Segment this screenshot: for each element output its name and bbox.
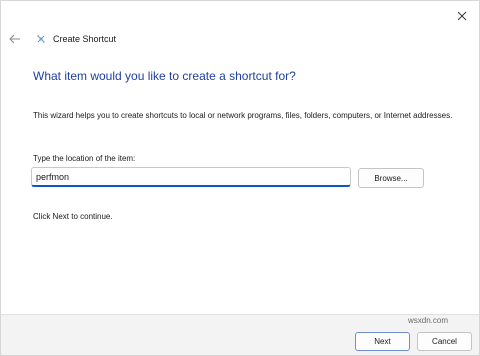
close-icon (457, 11, 467, 21)
location-field-label: Type the location of the item: (33, 154, 136, 163)
location-input[interactable] (31, 167, 351, 187)
wizard-description: This wizard helps you to create shortcut… (33, 111, 453, 120)
cancel-button[interactable]: Cancel (417, 332, 472, 351)
close-button[interactable] (453, 7, 471, 25)
title-bar: Create Shortcut (7, 29, 479, 49)
wizard-heading: What item would you like to create a sho… (33, 69, 296, 83)
back-button[interactable] (7, 31, 23, 47)
watermark: wsxdn.com (408, 316, 449, 325)
create-shortcut-window: Create Shortcut What item would you like… (0, 0, 480, 356)
shortcut-app-icon (35, 33, 47, 45)
back-arrow-icon (9, 34, 20, 44)
window-title: Create Shortcut (53, 34, 117, 44)
continue-hint: Click Next to continue. (33, 212, 113, 221)
browse-button[interactable]: Browse... (358, 168, 424, 188)
next-button[interactable]: Next (355, 332, 410, 351)
